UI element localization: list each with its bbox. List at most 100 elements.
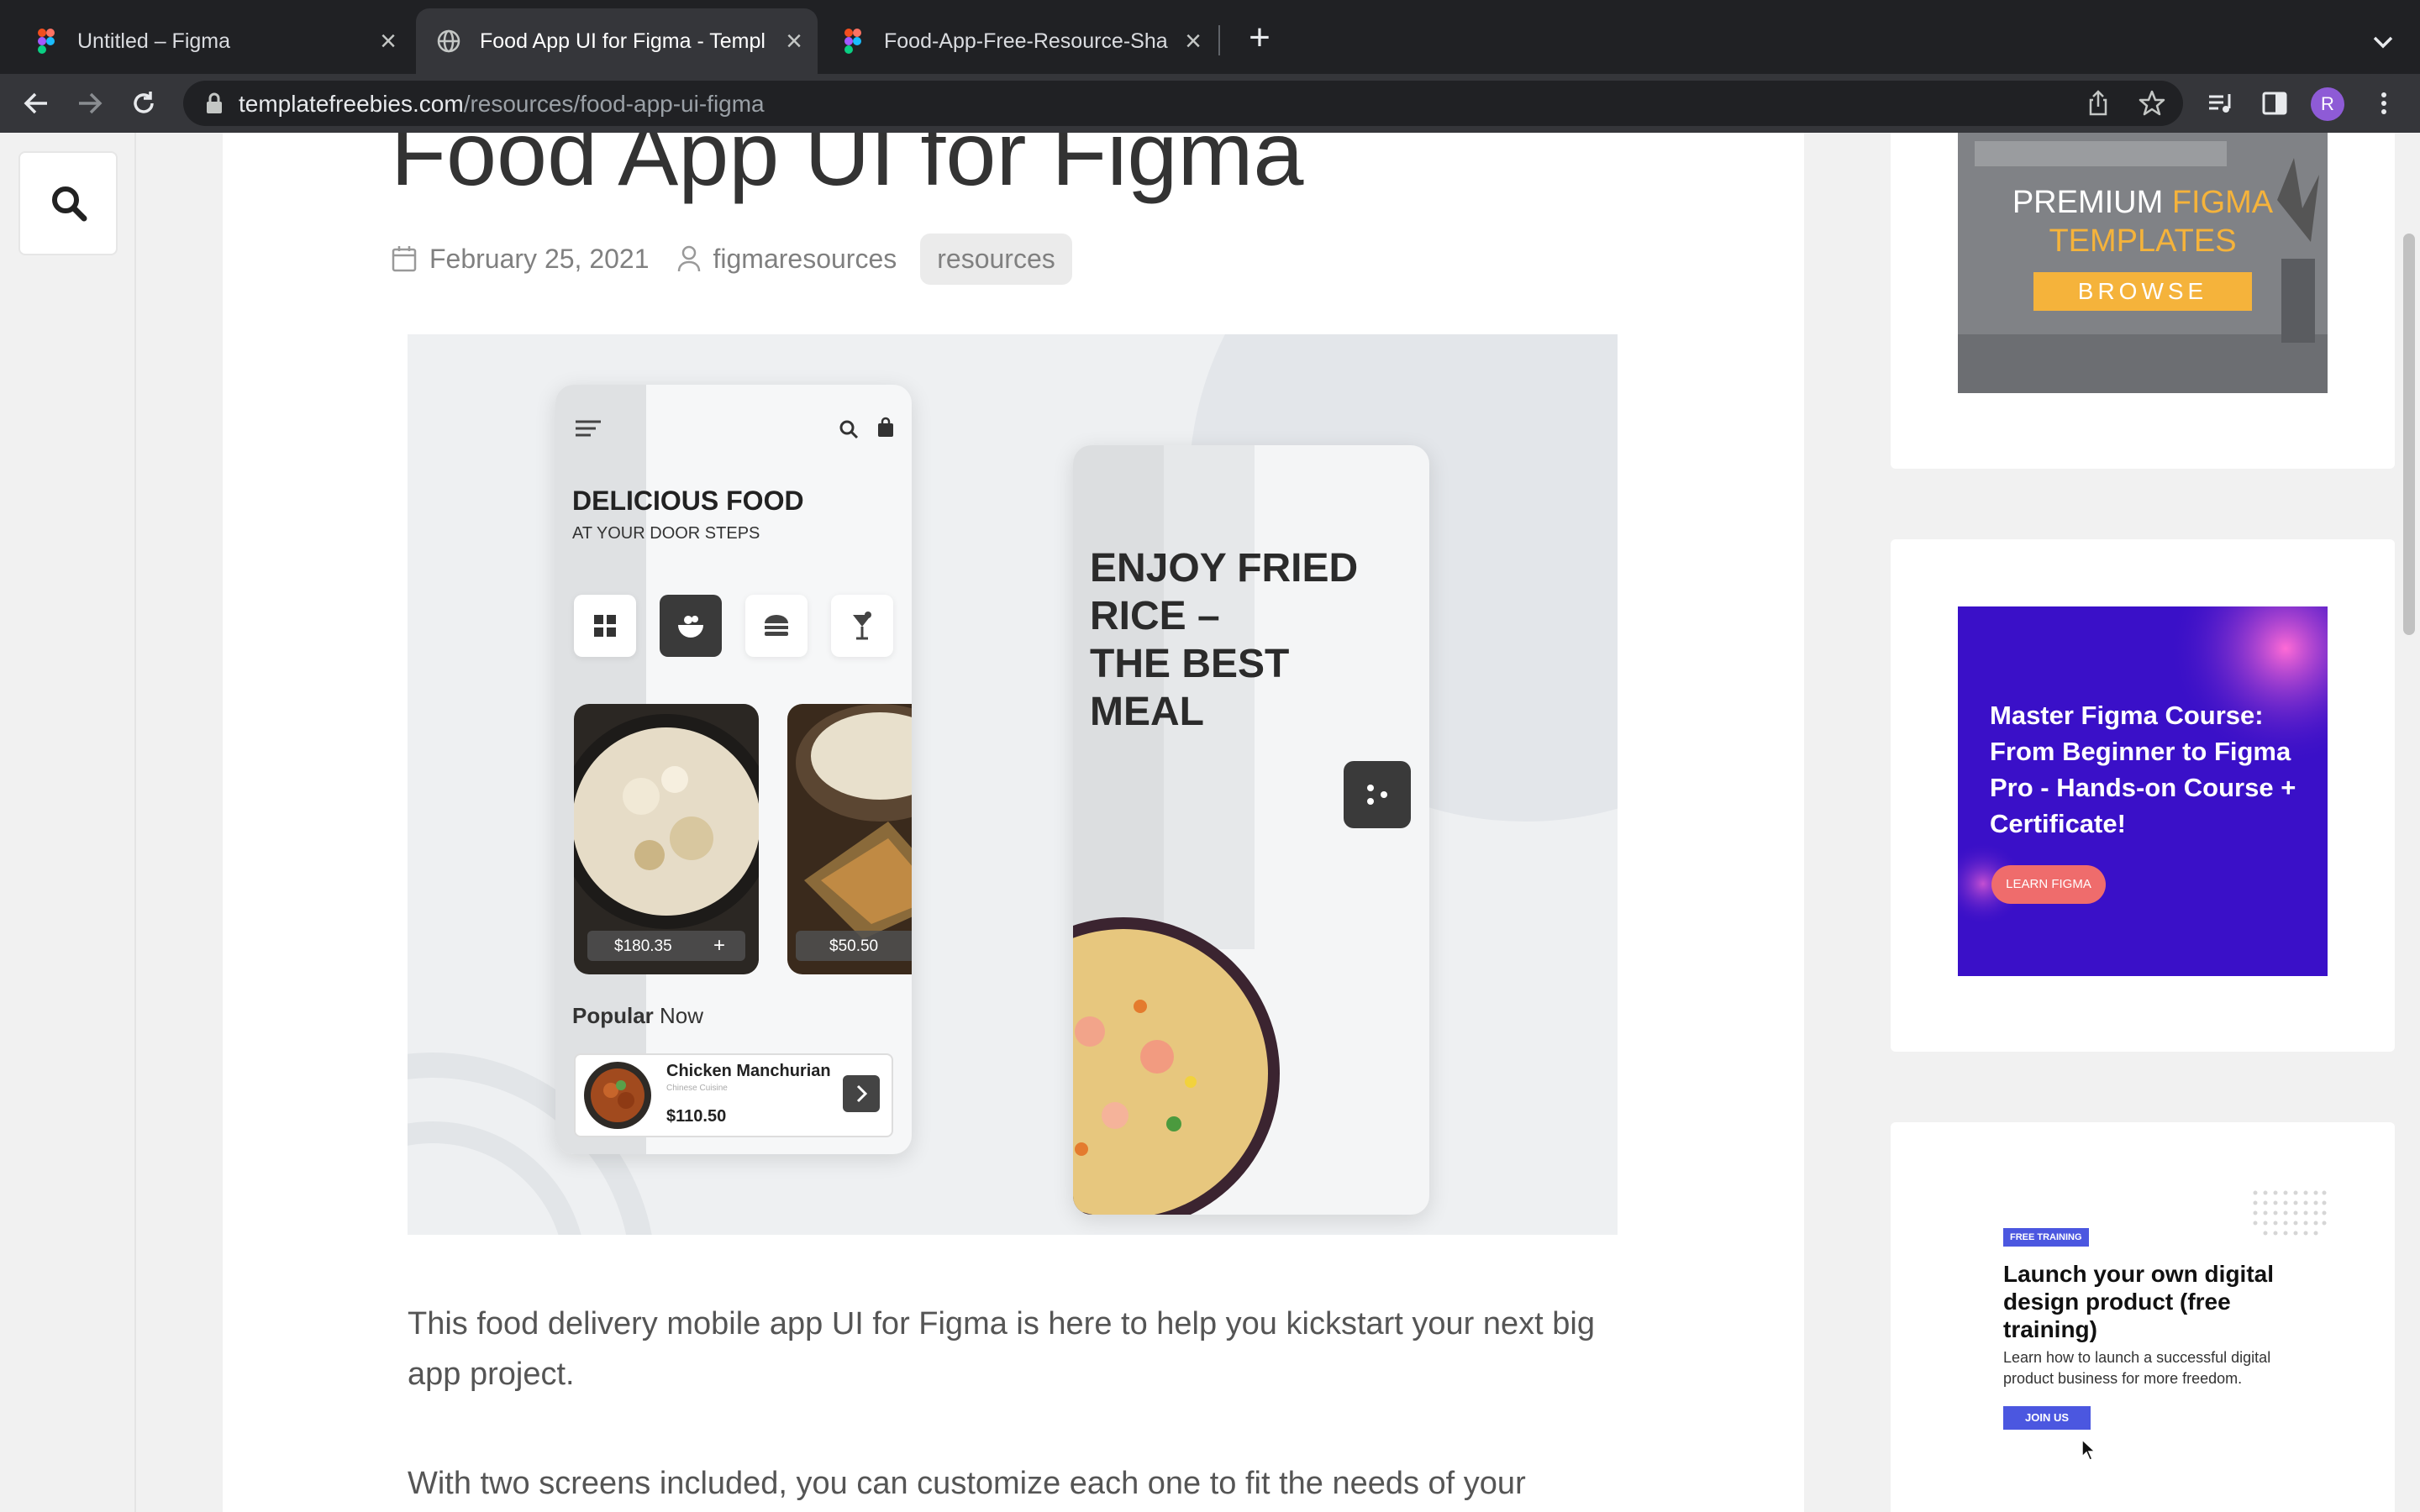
food-card-1: $180.35 +: [574, 704, 759, 974]
calendar-icon: [392, 246, 417, 272]
figma-course-ad[interactable]: Master Figma Course: From Beginner to Fi…: [1958, 606, 2328, 976]
food-card-2: $50.50 +: [787, 704, 912, 974]
search-button[interactable]: [18, 151, 118, 255]
media-queue-icon[interactable]: [2203, 86, 2238, 121]
sidebar-ad-card: PREMIUM FIGMA TEMPLATES BROWSE: [1891, 133, 2395, 469]
lock-icon[interactable]: [205, 92, 225, 114]
mouse-cursor-icon: [2081, 1438, 2096, 1461]
tab-untitled-figma[interactable]: Untitled – Figma ×: [0, 8, 412, 74]
share-icon[interactable]: [2084, 89, 2112, 118]
item-price: $110.50: [666, 1107, 727, 1126]
fried-rice-bowl-image: [1073, 917, 1280, 1215]
tab-title: Food App UI for Figma - Templ: [480, 29, 765, 53]
category-all-icon: [574, 595, 636, 657]
price-label: $180.35: [614, 937, 672, 955]
back-arrow-icon[interactable]: [18, 86, 54, 121]
article-paragraph: This food delivery mobile app UI for Fig…: [408, 1306, 1595, 1392]
price-label: $50.50: [829, 937, 879, 955]
article-paragraph: With two screens included, you can custo…: [408, 1466, 1526, 1501]
author-icon: [677, 245, 700, 272]
close-tab-icon[interactable]: ×: [786, 27, 802, 55]
ad-headline-accent: FIGMA: [2171, 185, 2274, 220]
featured-image[interactable]: DELICIOUS FOOD AT YOUR DOOR STEPS $180.3…: [408, 334, 1618, 1235]
browser-toolbar: templatefreebies.com/resources/food-app-…: [0, 74, 2420, 133]
tab-title: Food-App-Free-Resource-Sha: [884, 29, 1168, 53]
popular-item-card: Chicken Manchurian Chinese Cuisine $110.…: [574, 1053, 893, 1137]
hero-line: ENJOY FRIED: [1090, 546, 1359, 591]
figma-icon: [34, 29, 59, 54]
forward-arrow-icon[interactable]: [72, 86, 108, 121]
more-menu-icon[interactable]: [2366, 86, 2402, 121]
browse-button[interactable]: BROWSE: [2033, 272, 2252, 311]
url-domain: templatefreebies.com: [239, 91, 464, 117]
hamburger-menu-icon: [576, 420, 601, 437]
page-title: Food App UI for Figma: [391, 133, 1304, 204]
chevron-right-icon: [843, 1075, 880, 1112]
post-author[interactable]: figmaresources: [713, 244, 897, 275]
url-text: templatefreebies.com/resources/food-app-…: [239, 91, 765, 118]
category-drink-icon: [831, 595, 893, 657]
left-gutter-divider: [134, 133, 136, 1512]
url-path: /resources/food-app-ui-figma: [463, 91, 765, 117]
phone-screen-home: DELICIOUS FOOD AT YOUR DOOR STEPS $180.3…: [555, 385, 912, 1154]
figma-icon: [840, 29, 865, 54]
phone-screen-detail: ENJOY FRIED RICE – THE BEST MEAL: [1073, 445, 1429, 1215]
join-us-button[interactable]: JOIN US: [2003, 1406, 2091, 1430]
free-training-badge: FREE TRAINING: [2003, 1228, 2089, 1247]
popular-rest: Now: [660, 1003, 704, 1028]
hero-text: ENJOY FRIED RICE – THE BEST MEAL: [1090, 544, 1358, 736]
item-name: Chicken Manchurian: [666, 1062, 831, 1080]
close-tab-icon[interactable]: ×: [1185, 27, 1202, 55]
price-tag: $50.50 +: [796, 931, 912, 961]
category-bowl-icon: [660, 595, 722, 657]
post-date[interactable]: February 25, 2021: [429, 244, 650, 275]
chicken-manchurian-image: [584, 1062, 651, 1129]
tab-search-chevron-down-icon[interactable]: [2366, 25, 2400, 59]
category-burger-icon: [745, 595, 808, 657]
ad-headline: Launch your own digital design product (…: [2003, 1261, 2274, 1342]
bookmark-star-icon[interactable]: [2138, 89, 2166, 118]
popular-heading: Popular Now: [572, 1003, 703, 1029]
preview-headline: DELICIOUS FOOD: [572, 486, 804, 516]
sidebar-ad-card: FREE TRAINING Launch your own digital de…: [1891, 1122, 2395, 1512]
learn-figma-button[interactable]: LEARN FIGMA: [1991, 865, 2106, 904]
side-panel-icon[interactable]: [2257, 86, 2292, 121]
office-background-image: [1958, 133, 2328, 393]
popular-bold: Popular: [572, 1003, 654, 1028]
tab-food-app-resource[interactable]: Food-App-Free-Resource-Sha ×: [822, 8, 1217, 74]
new-tab-plus-icon[interactable]: +: [1240, 18, 1279, 57]
preview-subheadline: AT YOUR DOOR STEPS: [572, 524, 760, 543]
ad-body: Learn how to launch a successful digital…: [2003, 1349, 2271, 1387]
item-sub: Chinese Cuisine: [666, 1084, 728, 1093]
scrollbar-thumb[interactable]: [2403, 234, 2415, 635]
shopping-bag-icon: [878, 417, 893, 437]
globe-icon: [436, 29, 461, 54]
tab-strip: Untitled – Figma × Food App UI for Figma…: [0, 0, 2420, 74]
ad-headline: PREMIUM FIGMA: [1958, 185, 2328, 221]
tab-food-app-ui[interactable]: Food App UI for Figma - Templ ×: [416, 8, 818, 74]
web-page: Food App UI for Figma February 25, 2021 …: [0, 133, 2420, 1512]
free-training-ad[interactable]: FREE TRAINING Launch your own digital de…: [1958, 1181, 2328, 1512]
post-meta: February 25, 2021 figmaresources resourc…: [391, 233, 1072, 285]
sidebar-ad-card: Master Figma Course: From Beginner to Fi…: [1891, 539, 2395, 1052]
hero-line: THE BEST: [1090, 642, 1290, 686]
add-plus-icon: +: [713, 934, 726, 957]
hero-line: MEAL: [1090, 690, 1204, 734]
close-tab-icon[interactable]: ×: [380, 27, 397, 55]
ad-headline-accent: TEMPLATES: [2049, 223, 2237, 259]
category-tag[interactable]: resources: [920, 233, 1072, 285]
share-dots-icon: [1344, 761, 1411, 828]
address-bar[interactable]: templatefreebies.com/resources/food-app-…: [183, 81, 2183, 126]
tab-divider: [1218, 25, 1220, 55]
search-icon: [52, 186, 87, 222]
premium-templates-ad[interactable]: PREMIUM FIGMA TEMPLATES BROWSE: [1958, 133, 2328, 393]
reload-icon[interactable]: [126, 86, 161, 121]
tab-title: Untitled – Figma: [77, 29, 231, 53]
profile-avatar[interactable]: R: [2311, 87, 2344, 121]
hero-line: RICE –: [1090, 594, 1220, 638]
article-card: Food App UI for Figma February 25, 2021 …: [223, 133, 1804, 1512]
ad-headline: Master Figma Course: From Beginner to Fi…: [1990, 701, 2296, 838]
search-icon: [839, 420, 859, 439]
dot-pattern-decoration: [2253, 1190, 2327, 1236]
ad-headline-part: PREMIUM: [2012, 185, 2172, 220]
